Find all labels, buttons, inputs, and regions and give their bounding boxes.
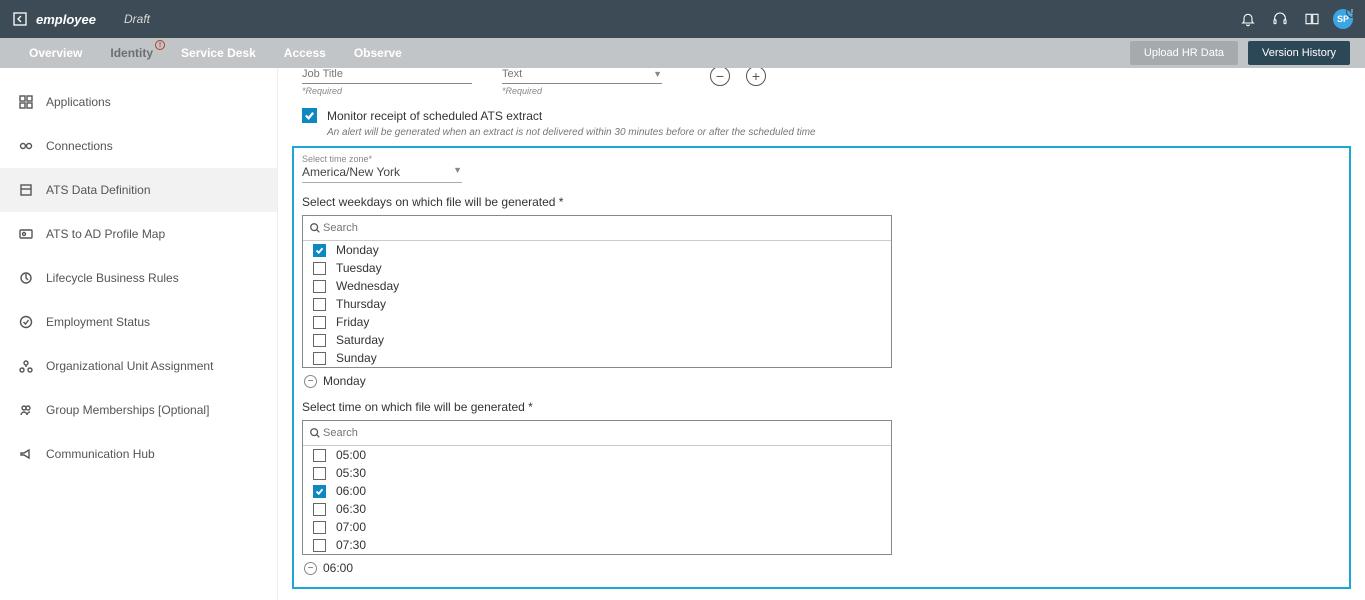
weekday-option-saturday[interactable]: Saturday xyxy=(303,331,891,349)
remove-chip-icon[interactable]: − xyxy=(304,562,317,575)
time-option-0600[interactable]: 06:00 xyxy=(303,482,891,500)
top-header: employee Draft SP ! xyxy=(0,0,1365,38)
cycle-icon xyxy=(18,270,34,286)
sidebar-item-lifecycle[interactable]: Lifecycle Business Rules xyxy=(0,256,277,300)
time-search-input[interactable] xyxy=(321,425,885,441)
tab-service-desk[interactable]: Service Desk xyxy=(167,38,270,68)
back-icon[interactable] xyxy=(12,11,28,27)
remove-button[interactable]: − xyxy=(710,68,730,86)
bell-icon[interactable] xyxy=(1237,8,1259,30)
sidebar-item-applications[interactable]: Applications xyxy=(0,80,277,124)
data-icon xyxy=(18,182,34,198)
org-icon xyxy=(18,358,34,374)
tab-observe[interactable]: Observe xyxy=(340,38,416,68)
tab-bar: Overview Identity ! Service Desk Access … xyxy=(0,38,1365,68)
megaphone-icon xyxy=(18,446,34,462)
time-list: 05:00 05:30 06:00 06:30 07:00 07:30 xyxy=(302,420,892,555)
avatar[interactable]: SP ! xyxy=(1333,9,1353,29)
job-title-field[interactable]: Job Title *Required xyxy=(302,68,472,96)
tab-overview[interactable]: Overview xyxy=(15,38,96,68)
time-option-0530[interactable]: 05:30 xyxy=(303,464,891,482)
upload-hr-data-button[interactable]: Upload HR Data xyxy=(1130,41,1238,65)
search-icon xyxy=(309,427,321,439)
weekday-option-monday[interactable]: Monday xyxy=(303,241,891,259)
sidebar-item-groups[interactable]: Group Memberships [Optional] xyxy=(0,388,277,432)
avatar-badge-icon: ! xyxy=(1346,6,1358,18)
time-option-0500[interactable]: 05:00 xyxy=(303,446,891,464)
group-icon xyxy=(18,402,34,418)
monitor-hint: An alert will be generated when an extra… xyxy=(327,127,1351,138)
sidebar: Applications Connections ATS Data Defini… xyxy=(0,68,278,600)
weekday-option-thursday[interactable]: Thursday xyxy=(303,295,891,313)
type-select[interactable]: Text▼ *Required xyxy=(502,68,672,96)
time-search[interactable] xyxy=(303,421,891,446)
weekday-option-tuesday[interactable]: Tuesday xyxy=(303,259,891,277)
status-badge: Draft xyxy=(124,12,150,26)
time-option-0730[interactable]: 07:30 xyxy=(303,536,891,554)
search-icon xyxy=(309,222,321,234)
selected-day-chip[interactable]: −Monday xyxy=(304,374,1341,388)
sidebar-item-comm-hub[interactable]: Communication Hub xyxy=(0,432,277,476)
timezone-label: Select time zone* xyxy=(302,154,1341,164)
check-circle-icon xyxy=(18,314,34,330)
apps-icon xyxy=(18,94,34,110)
monitor-checkbox[interactable] xyxy=(302,108,317,123)
time-label: Select time on which file will be genera… xyxy=(302,400,1341,414)
sidebar-item-employment[interactable]: Employment Status xyxy=(0,300,277,344)
timezone-select[interactable]: America/New York ▼ xyxy=(302,164,462,183)
weekday-option-wednesday[interactable]: Wednesday xyxy=(303,277,891,295)
schedule-panel: Select time zone* America/New York ▼ Sel… xyxy=(292,146,1351,589)
book-icon[interactable] xyxy=(1301,8,1323,30)
sidebar-item-org-unit[interactable]: Organizational Unit Assignment xyxy=(0,344,277,388)
selected-time-chip[interactable]: −06:00 xyxy=(304,561,1341,575)
page-title: employee xyxy=(36,12,96,27)
weekdays-list: Monday Tuesday Wednesday Thursday Friday… xyxy=(302,215,892,368)
add-button[interactable]: + xyxy=(746,68,766,86)
content-area: Job Title *Required Text▼ *Required − + … xyxy=(278,68,1365,600)
weekday-search-input[interactable] xyxy=(321,220,885,236)
remove-chip-icon[interactable]: − xyxy=(304,375,317,388)
alert-icon: ! xyxy=(155,40,165,50)
monitor-label: Monitor receipt of scheduled ATS extract xyxy=(327,109,542,123)
weekday-option-sunday[interactable]: Sunday xyxy=(303,349,891,367)
weekday-option-friday[interactable]: Friday xyxy=(303,313,891,331)
chevron-down-icon: ▼ xyxy=(453,165,462,179)
chevron-down-icon: ▼ xyxy=(653,69,662,79)
weekdays-label: Select weekdays on which file will be ge… xyxy=(302,195,1341,209)
id-icon xyxy=(18,226,34,242)
sidebar-item-ats-definition[interactable]: ATS Data Definition xyxy=(0,168,277,212)
sidebar-item-ats-map[interactable]: ATS to AD Profile Map xyxy=(0,212,277,256)
headset-icon[interactable] xyxy=(1269,8,1291,30)
tab-identity[interactable]: Identity ! xyxy=(96,38,167,68)
sidebar-item-connections[interactable]: Connections xyxy=(0,124,277,168)
time-option-0630[interactable]: 06:30 xyxy=(303,500,891,518)
tab-access[interactable]: Access xyxy=(270,38,340,68)
version-history-button[interactable]: Version History xyxy=(1248,41,1350,65)
weekday-search[interactable] xyxy=(303,216,891,241)
link-icon xyxy=(18,138,34,154)
time-option-0700[interactable]: 07:00 xyxy=(303,518,891,536)
